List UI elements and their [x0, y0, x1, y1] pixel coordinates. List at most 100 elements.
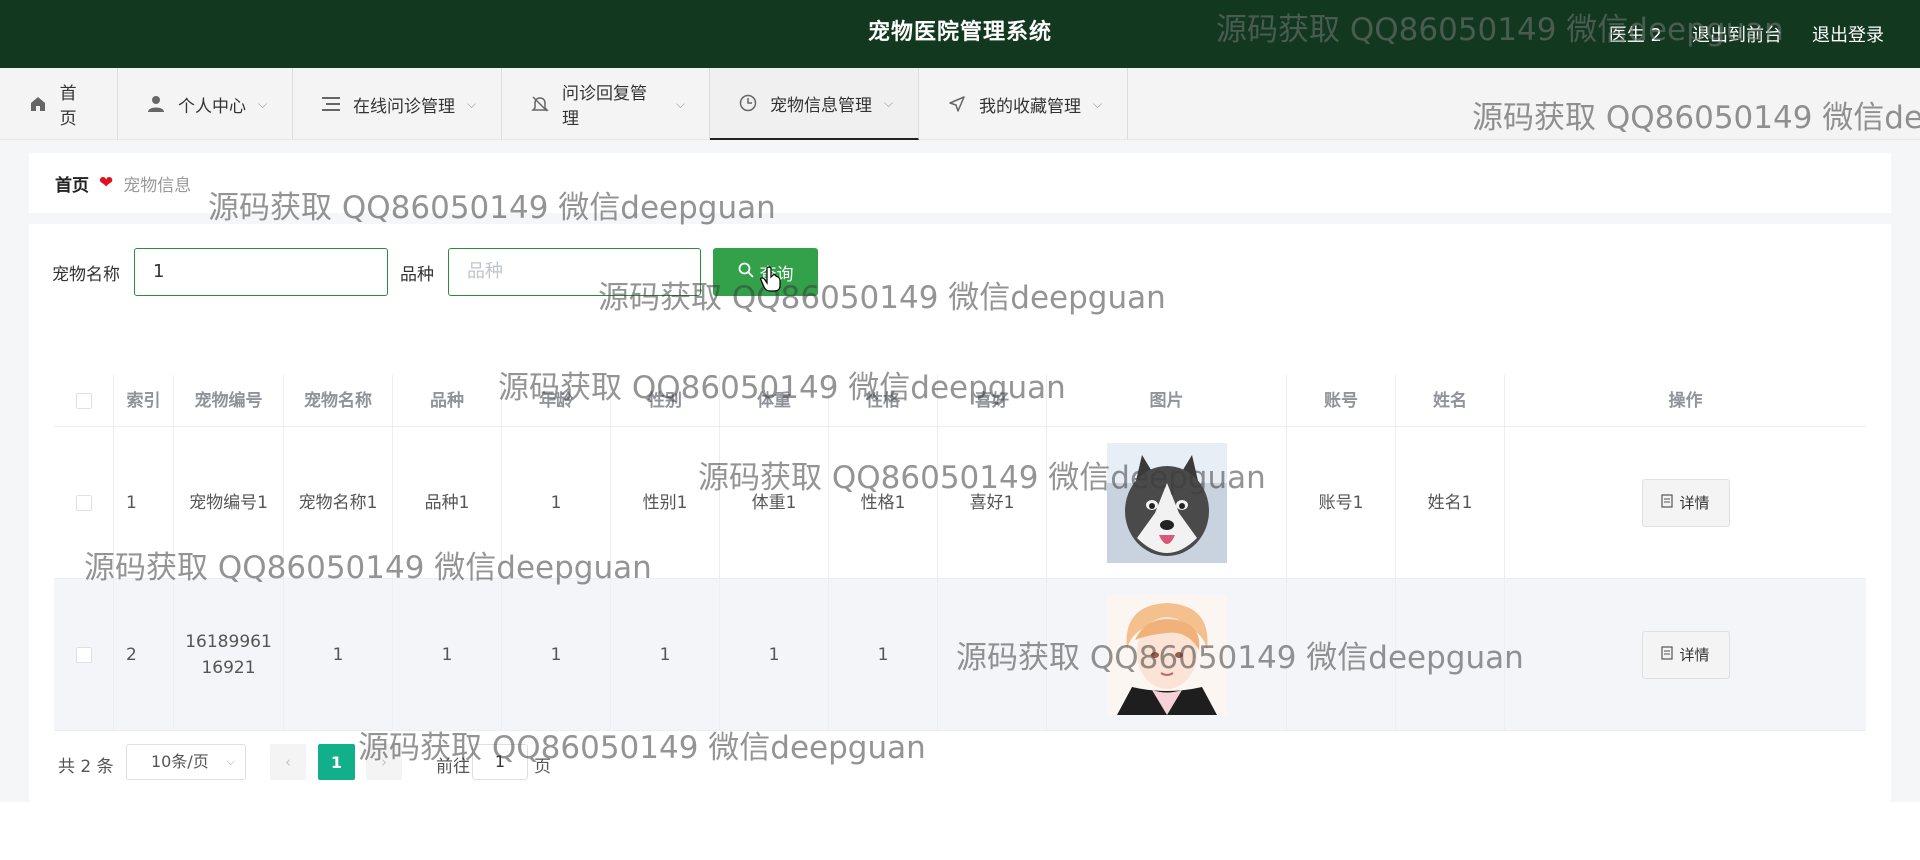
cell-action: 详情 — [1505, 579, 1866, 731]
cell-real-name: 姓名1 — [1396, 427, 1505, 579]
page-number-current[interactable]: 1 — [318, 744, 355, 780]
col-code: 宠物编号 — [174, 375, 284, 427]
chevron-down-icon: ⌵ — [226, 755, 235, 768]
chevron-down-icon: ⌵ — [467, 96, 477, 111]
select-all-cell — [54, 375, 114, 427]
chevron-down-icon: ⌵ — [884, 95, 894, 110]
nav-item-reply[interactable]: 问诊回复管理 ⌵ — [502, 68, 710, 140]
goto-prefix: 前往 — [436, 757, 470, 777]
col-real-name: 姓名 — [1396, 375, 1505, 427]
cell-weight: 1 — [720, 579, 829, 731]
cell-index: 2 — [114, 579, 174, 731]
col-index: 索引 — [114, 375, 174, 427]
cell-code: 宠物编号1 — [174, 427, 284, 579]
cell-name: 宠物名称1 — [284, 427, 393, 579]
chevron-down-icon: ⌵ — [1093, 96, 1103, 111]
breadcrumb-home[interactable]: 首页 — [55, 171, 89, 196]
detail-button-label: 详情 — [1679, 494, 1710, 512]
breadcrumb: 首页 ❤ 宠物信息 — [29, 153, 1891, 213]
main-nav: 首页 个人中心 ⌵ 在线问诊管理 ⌵ 问诊回复管理 ⌵ 宠物信息管理 ⌵ 我的收… — [0, 68, 1920, 140]
document-icon — [1661, 642, 1674, 668]
current-user: 医生 2 — [1608, 25, 1662, 46]
chevron-right-icon: › — [381, 753, 387, 771]
exit-to-front-link[interactable]: 退出到前台 — [1692, 21, 1782, 47]
goto-suffix: 页 — [534, 757, 551, 777]
anime-portrait-photo — [1106, 595, 1227, 715]
col-name: 宠物名称 — [284, 375, 393, 427]
nav-label: 首页 — [59, 84, 77, 129]
nav-label: 个人中心 — [178, 96, 246, 117]
heart-icon: ❤ — [99, 173, 114, 193]
cell-hobby: 喜好1 — [938, 427, 1047, 579]
home-icon — [28, 94, 48, 114]
cell-account: 账号1 — [1287, 427, 1396, 579]
col-hobby: 喜好 — [938, 375, 1047, 427]
goto-page-input[interactable]: 1 — [472, 744, 528, 780]
col-breed: 品种 — [393, 375, 502, 427]
pagination-total: 共 2 条 — [58, 757, 114, 777]
nav-item-home[interactable]: 首页 — [0, 68, 118, 140]
row-checkbox[interactable] — [75, 495, 92, 511]
nav-label: 问诊回复管理 — [561, 84, 647, 129]
cell-image — [1047, 427, 1287, 579]
cell-age: 1 — [502, 579, 611, 731]
hand-cursor-icon — [760, 266, 782, 296]
col-age: 年龄 — [502, 375, 611, 427]
cell-breed: 1 — [393, 579, 502, 731]
cell-weight: 体重1 — [720, 427, 829, 579]
row-select-cell — [54, 579, 114, 731]
pet-name-input[interactable]: 1 — [134, 248, 388, 296]
clock-icon — [738, 93, 758, 113]
document-icon — [1661, 490, 1674, 516]
nav-item-personal[interactable]: 个人中心 ⌵ — [118, 68, 293, 140]
nav-item-pet-info[interactable]: 宠物信息管理 ⌵ — [710, 68, 919, 140]
col-action: 操作 — [1668, 391, 1703, 411]
col-image: 图片 — [1047, 375, 1287, 427]
header-actions: 医生 2 退出到前台 退出登录 — [1609, 0, 1884, 68]
cell-account — [1287, 579, 1396, 731]
breadcrumb-current: 宠物信息 — [123, 175, 192, 196]
detail-button[interactable]: 详情 — [1641, 479, 1730, 527]
husky-dog-photo — [1106, 443, 1227, 563]
pet-name-label: 宠物名称 — [52, 265, 120, 285]
nav-item-favorites[interactable]: 我的收藏管理 ⌵ — [919, 68, 1128, 140]
cell-index: 1 — [114, 427, 174, 579]
table-row: 1 宠物编号1 宠物名称1 品种1 1 性别1 体重1 性格1 喜好1 账号1 … — [54, 427, 1866, 579]
cell-temper: 性格1 — [829, 427, 938, 579]
table-header: 索引 宠物编号 宠物名称 品种 年龄 性别 体重 性格 喜好 图片 账号 姓名 … — [54, 375, 1866, 427]
cell-temper: 1 — [829, 579, 938, 731]
breed-label: 品种 — [400, 265, 434, 285]
page-size-value: 10条/页 — [151, 752, 209, 771]
select-all-checkbox[interactable] — [75, 393, 92, 409]
detail-button[interactable]: 详情 — [1641, 631, 1730, 679]
chevron-left-icon: ‹ — [285, 753, 291, 771]
cell-action: 详情 — [1505, 427, 1866, 579]
next-page-button[interactable]: › — [366, 744, 402, 780]
nav-label: 我的收藏管理 — [979, 96, 1081, 117]
cell-sex: 性别1 — [611, 427, 720, 579]
row-checkbox[interactable] — [75, 647, 92, 663]
detail-button-label: 详情 — [1679, 646, 1710, 664]
prev-page-button[interactable]: ‹ — [270, 744, 306, 780]
page-size-select[interactable]: 10条/页 ⌵ — [126, 744, 246, 780]
search-icon — [738, 262, 754, 283]
nav-label: 宠物信息管理 — [770, 95, 872, 116]
send-icon — [947, 94, 967, 114]
col-weight: 体重 — [720, 375, 829, 427]
nav-item-consult[interactable]: 在线问诊管理 ⌵ — [293, 68, 502, 140]
bell-icon — [530, 94, 550, 114]
cell-name: 1 — [284, 579, 393, 731]
logout-link[interactable]: 退出登录 — [1812, 21, 1884, 47]
col-account: 账号 — [1287, 375, 1396, 427]
list-icon — [321, 94, 341, 114]
cell-hobby — [938, 579, 1047, 731]
top-header: 宠物医院管理系统 医生 2 退出到前台 退出登录 — [0, 0, 1920, 68]
cell-sex: 1 — [611, 579, 720, 731]
col-temper: 性格 — [829, 375, 938, 427]
nav-label: 在线问诊管理 — [353, 96, 455, 117]
chevron-down-icon: ⌵ — [258, 96, 268, 111]
breed-input[interactable]: 品种 — [448, 248, 701, 296]
cell-real-name — [1396, 579, 1505, 731]
cell-image — [1047, 579, 1287, 731]
cell-breed: 品种1 — [393, 427, 502, 579]
